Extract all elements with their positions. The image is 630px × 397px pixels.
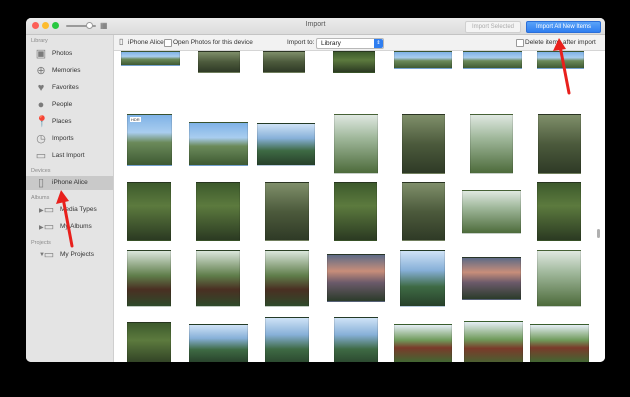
photo-thumbnail[interactable] — [334, 182, 377, 241]
photo-thumbnail[interactable] — [265, 182, 309, 241]
photo-thumbnail[interactable] — [333, 51, 375, 73]
photo-grid: HDR — [114, 51, 605, 362]
sidebar-item-favorites[interactable]: ♥ Favorites — [35, 81, 113, 95]
photo-thumbnail[interactable] — [537, 51, 584, 69]
import-to-value: Library — [321, 40, 341, 47]
sidebar-item-last-import[interactable]: ▭ Last Import — [35, 149, 113, 163]
delete-after-import-checkbox[interactable] — [516, 39, 524, 47]
photo-thumbnail[interactable] — [334, 114, 378, 174]
photo-thumbnail[interactable] — [334, 317, 378, 362]
photo-thumbnail[interactable] — [196, 250, 240, 307]
photo-thumbnail[interactable] — [198, 51, 240, 73]
sidebar-item-label: Memories — [52, 67, 81, 74]
folder-icon: ▭ — [35, 150, 47, 162]
hdr-badge: HDR — [130, 117, 141, 122]
photo-thumbnail[interactable] — [538, 114, 581, 174]
chevron-updown-icon: ⇕ — [374, 39, 383, 48]
photo-thumbnail[interactable] — [462, 190, 521, 234]
photos-icon: ▣ — [35, 48, 47, 60]
device-name: iPhone Alice — [128, 39, 164, 46]
sidebar-item-label: People — [52, 101, 73, 108]
sidebar-item-photos[interactable]: ▣ Photos — [35, 47, 113, 61]
folder-icon: ▭ — [43, 204, 55, 216]
delete-after-import-label: Delete items after import — [525, 39, 596, 46]
photo-thumbnail[interactable] — [530, 324, 589, 362]
open-photos-checkbox[interactable] — [164, 39, 172, 47]
sidebar-item-label: Last Import — [52, 152, 85, 159]
photo-thumbnail[interactable] — [537, 182, 581, 241]
sidebar-item-label: iPhone Alice — [52, 179, 88, 186]
photo-thumbnail[interactable]: HDR — [127, 114, 172, 166]
photo-thumbnail[interactable] — [121, 51, 180, 66]
photo-thumbnail[interactable] — [537, 250, 581, 307]
sidebar-item-label: My Albums — [60, 223, 92, 230]
photo-thumbnail[interactable] — [402, 114, 445, 174]
sidebar: Library ▣ Photos ⊕ Memories ♥ Favorites … — [26, 35, 114, 362]
sidebar-item-people[interactable]: ● People — [35, 98, 113, 112]
photo-thumbnail[interactable] — [327, 254, 385, 302]
import-window: ▦ Import Import Selected Import All New … — [26, 18, 605, 362]
photo-thumbnail[interactable] — [394, 324, 452, 362]
photo-thumbnail[interactable] — [263, 51, 305, 73]
import-all-button[interactable]: Import All New Items — [526, 21, 601, 33]
folder-icon: ▭ — [43, 221, 55, 233]
section-albums: Albums — [31, 195, 50, 201]
sidebar-item-label: Photos — [52, 50, 73, 57]
sidebar-item-places[interactable]: 📍 Places — [35, 115, 113, 129]
section-library: Library — [31, 38, 48, 44]
pin-icon: 📍 — [35, 116, 49, 128]
titlebar: ▦ Import Import Selected Import All New … — [26, 18, 605, 35]
person-icon: ● — [37, 99, 45, 111]
photo-thumbnail[interactable] — [189, 324, 248, 362]
sidebar-item-label: Media Types — [60, 206, 97, 213]
sidebar-item-imports[interactable]: ◷ Imports — [35, 132, 113, 146]
open-photos-label: Open Photos for this device — [173, 39, 253, 46]
photo-thumbnail[interactable] — [462, 257, 521, 300]
iphone-icon: ▯ — [119, 37, 124, 46]
photo-thumbnail[interactable] — [265, 250, 309, 307]
photo-thumbnail[interactable] — [196, 182, 240, 241]
photo-thumbnail[interactable] — [400, 250, 445, 307]
photo-thumbnail[interactable] — [394, 51, 452, 69]
sidebar-item-label: My Projects — [60, 251, 94, 258]
import-to-label: Import to: — [287, 39, 315, 46]
photo-thumbnail[interactable] — [464, 321, 523, 362]
photo-thumbnail[interactable] — [470, 114, 513, 174]
photo-thumbnail[interactable] — [127, 182, 171, 241]
scrollbar[interactable] — [597, 229, 600, 238]
memories-icon: ⊕ — [36, 65, 46, 77]
section-devices: Devices — [31, 168, 51, 174]
photo-thumbnail[interactable] — [463, 51, 522, 69]
sidebar-item-iphone[interactable]: ▯ iPhone Alice — [26, 176, 113, 190]
sidebar-item-media-types[interactable]: ▶ ▭ Media Types — [35, 203, 113, 217]
photo-thumbnail[interactable] — [127, 322, 171, 362]
folder-icon: ▭ — [43, 249, 55, 261]
photo-thumbnail[interactable] — [127, 250, 171, 307]
import-to-select[interactable]: Library ⇕ — [316, 38, 384, 49]
sidebar-item-memories[interactable]: ⊕ Memories — [35, 64, 113, 78]
photo-thumbnail[interactable] — [189, 122, 248, 166]
photo-thumbnail[interactable] — [257, 123, 315, 166]
sidebar-item-my-projects[interactable]: ▼ ▭ My Projects — [35, 248, 113, 262]
sidebar-item-label: Imports — [52, 135, 74, 142]
sidebar-item-label: Places — [52, 118, 72, 125]
heart-icon: ♥ — [37, 82, 45, 94]
photo-thumbnail[interactable] — [265, 317, 309, 362]
sidebar-item-my-albums[interactable]: ▶ ▭ My Albums — [35, 220, 113, 234]
sidebar-item-label: Favorites — [52, 84, 79, 91]
clock-icon: ◷ — [36, 133, 46, 145]
photo-thumbnail[interactable] — [402, 182, 445, 241]
iphone-icon: ▯ — [37, 177, 45, 189]
import-selected-button[interactable]: Import Selected — [465, 21, 521, 33]
import-toolbar: ▯ iPhone Alice Open Photos for this devi… — [114, 35, 605, 51]
section-projects: Projects — [31, 240, 51, 246]
